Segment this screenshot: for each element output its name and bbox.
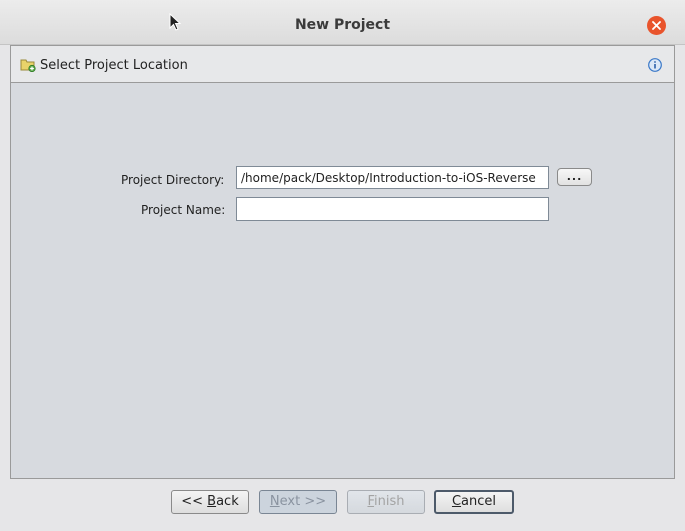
form-area: Project Directory: ... Project Name: [11, 83, 674, 478]
finish-label-rest: inish [374, 494, 405, 509]
back-label-prefix: << [181, 494, 208, 509]
browse-button[interactable]: ... [557, 168, 592, 186]
info-icon[interactable] [648, 58, 662, 72]
step-header: Select Project Location [11, 46, 674, 83]
close-button[interactable] [647, 16, 666, 35]
wizard-panel: Select Project Location Project Director… [10, 45, 675, 479]
cancel-mnemonic: C [451, 494, 462, 509]
finish-button[interactable]: Finish [347, 490, 425, 514]
back-label-rest: ack [216, 494, 239, 509]
close-icon [652, 21, 661, 30]
project-name-field[interactable] [236, 197, 549, 221]
back-button[interactable]: << Back [171, 490, 249, 514]
new-project-dialog: New Project Select Project Location Proj… [0, 0, 685, 531]
title-bar[interactable]: New Project [0, 0, 685, 45]
step-title: Select Project Location [40, 58, 188, 73]
cancel-label-rest: ancel [461, 494, 497, 509]
cancel-button[interactable]: Cancel [434, 490, 514, 514]
next-label-rest: ext >> [279, 494, 327, 509]
next-button[interactable]: Next >> [259, 490, 337, 514]
back-mnemonic: B [207, 494, 217, 509]
next-mnemonic: N [269, 494, 280, 509]
project-name-label: Project Name: [141, 203, 226, 217]
window-title: New Project [294, 17, 391, 33]
mouse-pointer-icon [169, 13, 181, 31]
folder-add-icon [20, 59, 36, 72]
project-directory-field[interactable] [236, 166, 549, 189]
project-directory-label: Project Directory: [121, 173, 225, 187]
